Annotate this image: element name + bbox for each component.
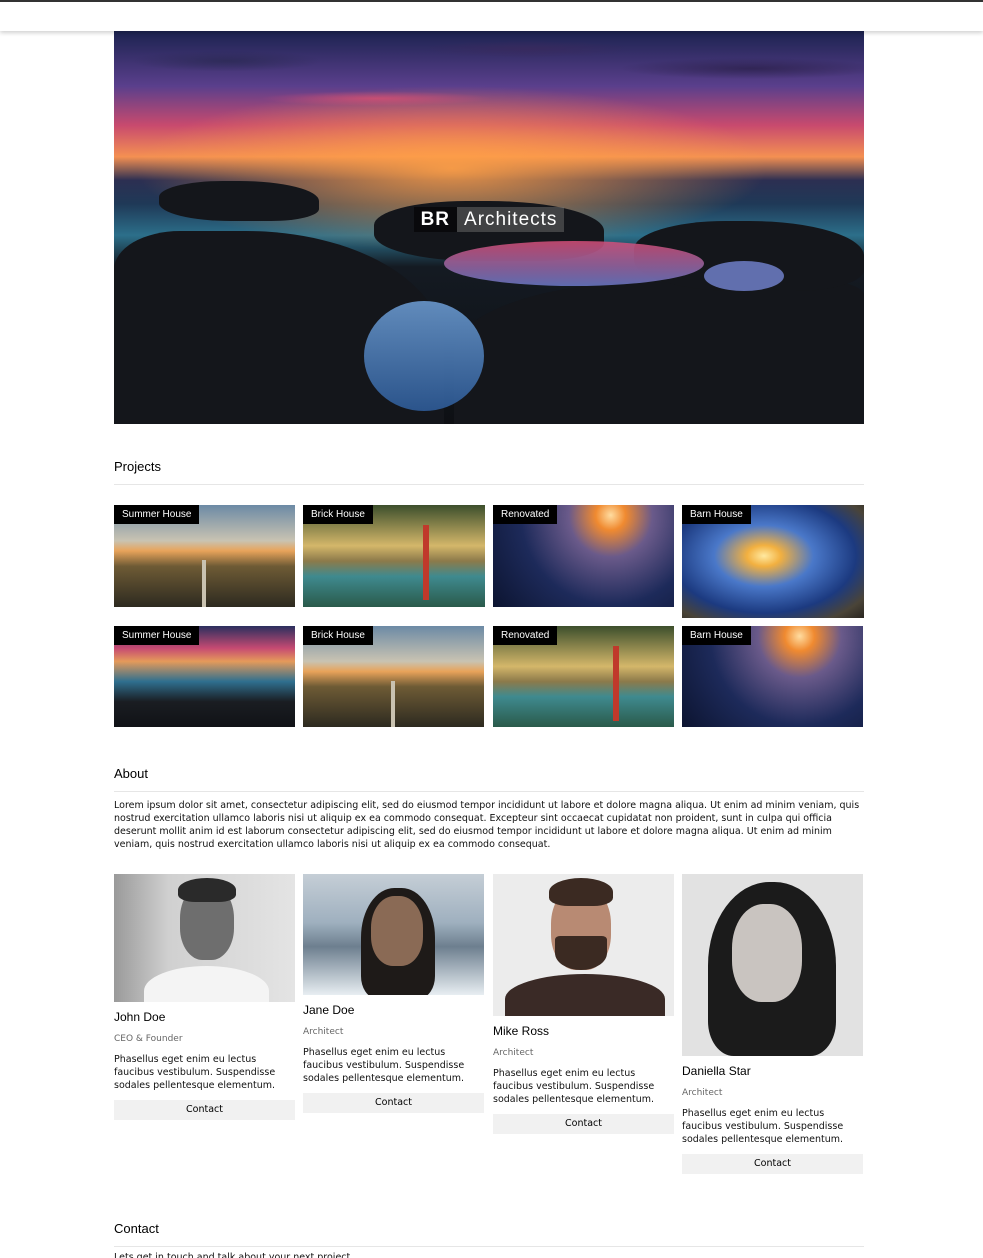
- road-shape: [391, 681, 395, 727]
- hair-shape: [178, 878, 236, 902]
- project-tile[interactable]: Brick House: [303, 626, 484, 727]
- hero-sky: [114, 31, 864, 181]
- top-navbar: [0, 0, 983, 31]
- member-name: John Doe: [114, 1010, 166, 1024]
- hair-shape: [549, 878, 613, 906]
- project-tile[interactable]: Brick House: [303, 505, 485, 607]
- about-heading: About: [114, 766, 864, 792]
- project-tile[interactable]: Renovated: [493, 505, 674, 607]
- project-label: Brick House: [303, 626, 373, 645]
- hero-rock: [454, 281, 864, 424]
- project-tile[interactable]: Summer House: [114, 505, 295, 607]
- avatar: [493, 874, 674, 1016]
- contact-button[interactable]: Contact: [303, 1093, 484, 1113]
- member-description: Phasellus eget enim eu lectus faucibus v…: [682, 1108, 844, 1145]
- brand-short: BR: [413, 207, 458, 232]
- project-label: Renovated: [493, 505, 558, 524]
- team-card: Jane Doe Architect Phasellus eget enim e…: [303, 874, 484, 1113]
- member-description: Phasellus eget enim eu lectus faucibus v…: [114, 1054, 276, 1091]
- hero-pool: [364, 301, 484, 411]
- avatar: [682, 874, 863, 1056]
- project-tile[interactable]: Summer House: [114, 626, 295, 727]
- projects-heading: Projects: [114, 459, 864, 485]
- hero-pool: [704, 261, 784, 291]
- avatar: [114, 874, 295, 1002]
- avatar: [303, 874, 484, 995]
- hero-brand: BR Architects: [114, 207, 864, 232]
- shirt-shape: [505, 974, 665, 1016]
- member-name: Mike Ross: [493, 1024, 550, 1038]
- member-description: Phasellus eget enim eu lectus faucibus v…: [303, 1047, 465, 1084]
- bridge-tower-shape: [423, 525, 429, 600]
- head-shape: [371, 896, 423, 966]
- member-description: Phasellus eget enim eu lectus faucibus v…: [493, 1068, 655, 1105]
- member-role: Architect: [682, 1088, 723, 1098]
- project-label: Summer House: [114, 626, 200, 645]
- member-name: Jane Doe: [303, 1003, 355, 1017]
- team-card: Daniella Star Architect Phasellus eget e…: [682, 874, 863, 1174]
- project-label: Brick House: [303, 505, 373, 524]
- member-role: Architect: [303, 1027, 344, 1037]
- about-paragraph: Lorem ipsum dolor sit amet, consectetur …: [114, 800, 860, 850]
- head-shape: [732, 904, 802, 1002]
- beard-shape: [555, 936, 607, 970]
- bridge-tower-shape: [613, 646, 619, 721]
- project-tile[interactable]: Barn House: [682, 505, 864, 618]
- project-label: Renovated: [493, 626, 558, 645]
- project-tile[interactable]: Renovated: [493, 626, 674, 727]
- project-label: Barn House: [682, 626, 751, 645]
- member-role: Architect: [493, 1048, 534, 1058]
- contact-heading: Contact: [114, 1221, 864, 1247]
- project-label: Barn House: [682, 505, 751, 524]
- project-label: Summer House: [114, 505, 200, 524]
- contact-button[interactable]: Contact: [493, 1114, 674, 1134]
- contact-button[interactable]: Contact: [682, 1154, 863, 1174]
- member-name: Daniella Star: [682, 1064, 751, 1078]
- contact-button[interactable]: Contact: [114, 1100, 295, 1120]
- shirt-shape: [144, 966, 269, 1002]
- project-tile[interactable]: Barn House: [682, 626, 863, 727]
- team-card: Mike Ross Architect Phasellus eget enim …: [493, 874, 674, 1134]
- hero-banner: BR Architects: [114, 31, 864, 424]
- road-shape: [202, 560, 206, 607]
- member-role: CEO & Founder: [114, 1034, 183, 1044]
- team-card: John Doe CEO & Founder Phasellus eget en…: [114, 874, 295, 1120]
- contact-subtitle: Lets get in touch and talk about your ne…: [114, 1252, 354, 1258]
- hero-pool: [444, 241, 704, 286]
- brand-name: Architects: [457, 207, 565, 232]
